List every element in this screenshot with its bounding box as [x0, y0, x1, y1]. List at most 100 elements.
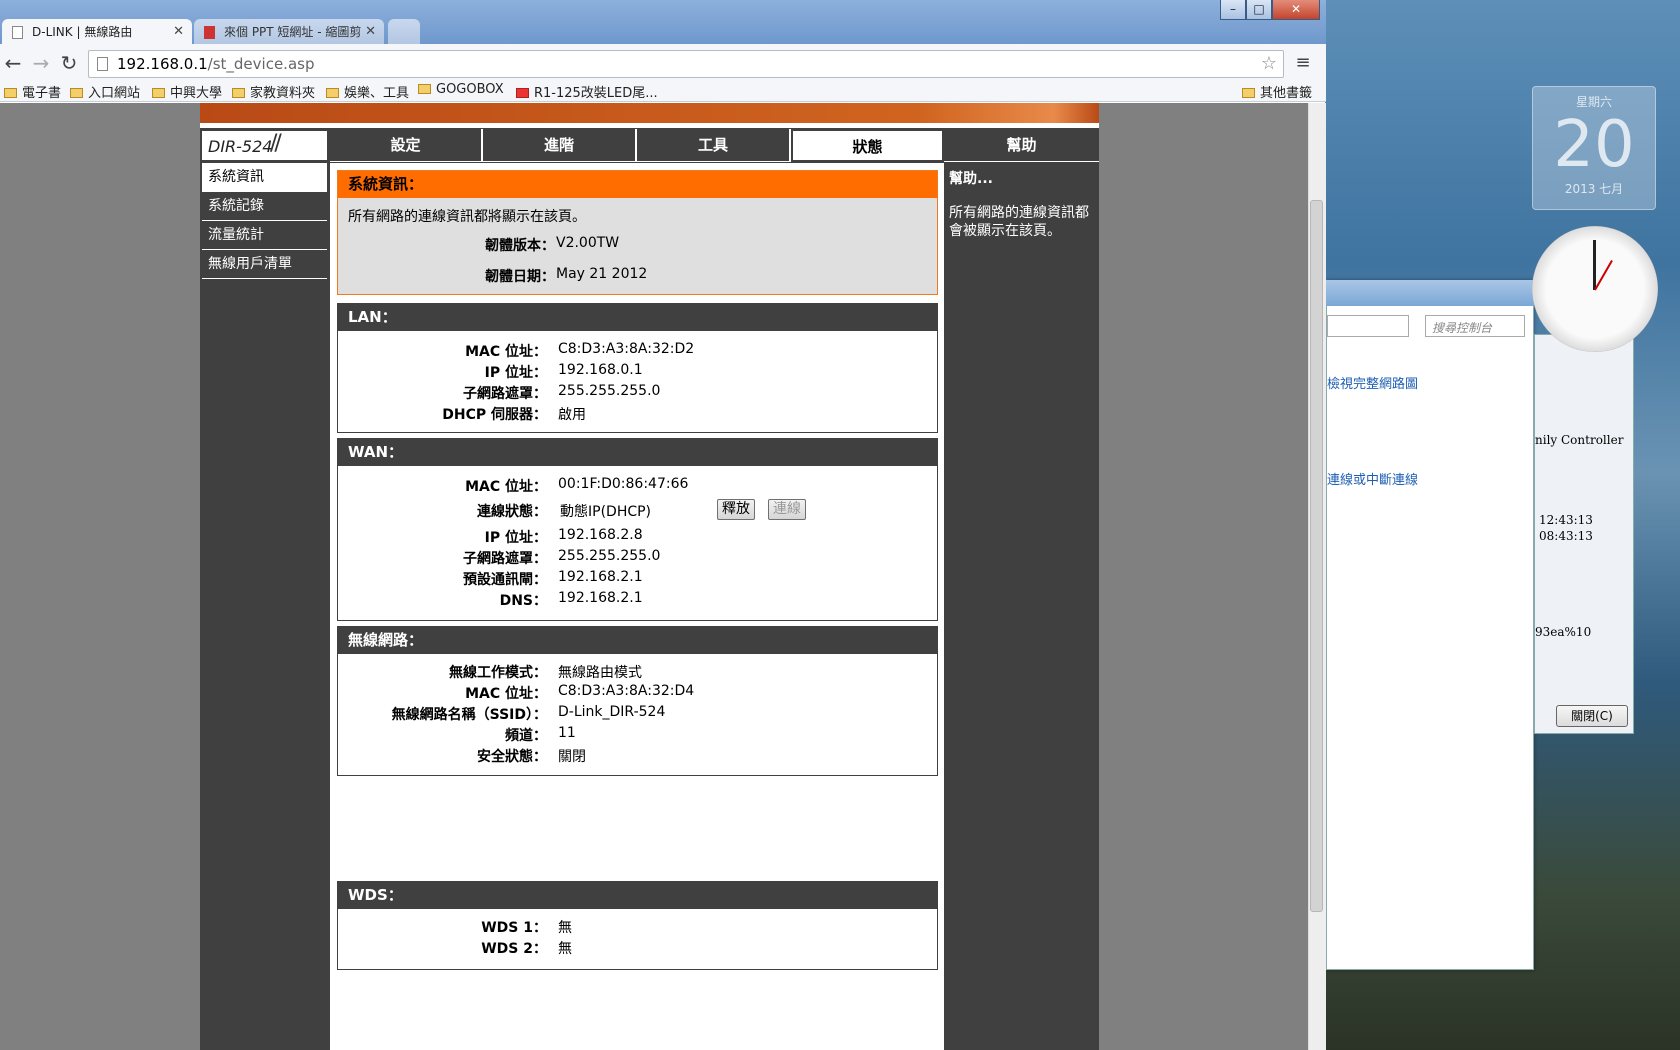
tab-dlink[interactable]: D-LINK | 無線路由 ✕ [2, 19, 192, 45]
wds1-label: WDS 1： [481, 920, 547, 936]
bookmark-item[interactable]: R1-125改裝LED尾... [516, 82, 658, 101]
wl-channel-label: 頻道： [505, 728, 547, 744]
close-tab-icon[interactable]: ✕ [365, 19, 376, 45]
wl-ssid-label: 無線網路名稱（SSID）： [391, 707, 547, 723]
bg-dropdown[interactable] [1327, 315, 1409, 337]
new-tab-button[interactable] [388, 19, 420, 45]
bookmark-item-other[interactable]: 其他書籤 [1242, 82, 1312, 101]
bg-search-input[interactable]: 搜尋控制台 [1425, 315, 1525, 337]
wan-mac-label: MAC 位址： [465, 479, 547, 495]
wan-subnet-label: 子網路遮罩： [463, 551, 547, 567]
model-logo: DIR-524// [200, 129, 329, 162]
wan-ip-label: IP 位址： [484, 530, 547, 546]
folder-icon [4, 88, 17, 98]
wan-ip: 192.168.2.8 [558, 527, 643, 543]
background-window[interactable]: 搜尋控制台 檢視完整網路圖 連線或中斷連線 [1326, 280, 1534, 970]
wan-mac: 00:1F:D0:86:47:66 [558, 476, 689, 492]
header-divider [200, 123, 1099, 128]
lan-subnet: 255.255.255.0 [558, 383, 661, 399]
wan-gateway-label: 預設通訊閘： [463, 572, 547, 588]
firmware-version: V2.00TW [556, 235, 620, 251]
bg-text: 93ea%10 [1535, 625, 1592, 639]
logo-slashes: // [270, 131, 282, 156]
reload-icon[interactable]: ↻ [56, 50, 82, 76]
calendar-day: 20 [1553, 108, 1635, 182]
bg-text: nily Controller [1535, 433, 1624, 447]
forward-arrow-icon[interactable]: → [28, 50, 54, 76]
lan-subnet-label: 子網路遮罩： [463, 386, 547, 402]
wan-dns: 192.168.2.1 [558, 590, 643, 606]
section-title: WAN： [338, 439, 937, 466]
bookmark-item[interactable]: 家教資料夾 [232, 82, 315, 101]
clock-hand [1593, 240, 1596, 290]
section-title: 系統資訊： [338, 171, 937, 198]
address-bar[interactable]: 192.168.0.1/st_device.asp ☆ [88, 50, 1284, 78]
close-window-button[interactable]: ✕ [1272, 0, 1320, 20]
scrollbar-thumb[interactable] [1310, 200, 1323, 912]
lan-dhcp: 啟用 [558, 407, 586, 423]
bg-text: 12:43:13 [1539, 513, 1593, 527]
firmware-version-label: 韌體版本： [485, 238, 555, 254]
tab-ppt[interactable]: 來個 PPT 短網址 - 縮圖剪 ✕ [194, 19, 384, 45]
sidebar-item-wireless-clients[interactable]: 無線用戶清單 [202, 250, 327, 279]
bookmark-item[interactable]: 電子書 [4, 82, 61, 101]
wl-channel: 11 [558, 725, 576, 741]
nav-advanced[interactable]: 進階 [483, 129, 637, 162]
address-path: /st_device.asp [207, 55, 315, 73]
back-arrow-icon[interactable]: ← [0, 50, 26, 76]
clock-second-hand [1594, 260, 1613, 291]
site-icon [516, 88, 529, 98]
bookmark-item[interactable]: GOGOBOX [418, 82, 504, 97]
bookmark-star-icon[interactable]: ☆ [1261, 51, 1277, 77]
lan-ip: 192.168.0.1 [558, 362, 643, 378]
sidebar-item-log[interactable]: 系統記錄 [202, 192, 327, 221]
wds2-label: WDS 2： [481, 941, 547, 957]
page-viewport: DIR-524// 設定 進階 工具 狀態 幫助 系統資訊 系統記錄 流量統計 … [0, 103, 1308, 1050]
wan-status: 動態IP(DHCP) [560, 504, 652, 520]
nav-help[interactable]: 幫助 [944, 129, 1099, 162]
nav-status[interactable]: 狀態 [791, 129, 944, 162]
wl-ssid: D-Link_DIR-524 [558, 704, 666, 720]
close-tab-icon[interactable]: ✕ [173, 19, 184, 45]
sidebar-item-system-info[interactable]: 系統資訊 [202, 163, 327, 192]
lan-box: LAN： MAC 位址： C8:D3:A3:8A:32:D2 IP 位址： 192.… [337, 303, 938, 433]
calendar-gadget: 星期六 20 2013 七月 [1532, 86, 1656, 210]
main-content: 系統資訊： 所有網路的連線資訊都將顯示在該頁。 韌體版本： V2.00TW 韌體… [330, 163, 944, 1050]
wan-gateway: 192.168.2.1 [558, 569, 643, 585]
bookmark-item[interactable]: 娛樂、工具 [326, 82, 409, 101]
wds-box: WDS： WDS 1： 無 WDS 2： 無 [337, 881, 938, 970]
bg-close-button[interactable]: 關閉(C) [1556, 705, 1628, 727]
menu-icon[interactable]: ≡ [1290, 50, 1316, 76]
system-info-box: 系統資訊： 所有網路的連線資訊都將顯示在該頁。 韌體版本： V2.00TW 韌體… [337, 170, 938, 295]
bookmark-item[interactable]: 入口網站 [70, 82, 140, 101]
wan-box: WAN： MAC 位址： 00:1F:D0:86:47:66 連線狀態： 動態IP(… [337, 438, 938, 621]
wds2: 無 [558, 941, 572, 957]
site-icon [204, 26, 215, 39]
wan-subnet: 255.255.255.0 [558, 548, 661, 564]
address-host: 192.168.0.1 [117, 55, 208, 73]
bookmark-item[interactable]: 中興大學 [152, 82, 222, 101]
help-title: 幫助... [949, 171, 993, 187]
bg-link-connect[interactable]: 連線或中斷連線 [1327, 469, 1418, 488]
background-dialog: nily Controller 12:43:13 08:43:13 93ea%1… [1534, 334, 1634, 734]
folder-icon [152, 88, 165, 98]
calendar-month: 2013 七月 [1564, 182, 1624, 196]
page-icon [97, 57, 108, 71]
section-title: LAN： [338, 304, 937, 331]
folder-icon [232, 88, 245, 98]
lan-mac-label: MAC 位址： [465, 344, 547, 360]
nav-tools[interactable]: 工具 [637, 129, 791, 162]
minimize-button[interactable]: – [1220, 0, 1246, 20]
background-window-titlebar [1326, 280, 1534, 306]
maximize-button[interactable]: □ [1246, 0, 1272, 20]
release-button[interactable]: 釋放 [717, 499, 755, 520]
bg-link-network-map[interactable]: 檢視完整網路圖 [1327, 373, 1418, 392]
page-icon [12, 26, 23, 39]
sidebar: 系統資訊 系統記錄 流量統計 無線用戶清單 [200, 163, 329, 279]
sidebar-item-statistics[interactable]: 流量統計 [202, 221, 327, 250]
help-panel: 幫助... 所有網路的連線資訊都會被顯示在該頁。 [944, 163, 1099, 1050]
nav-setup[interactable]: 設定 [330, 129, 483, 162]
folder-icon [70, 88, 83, 98]
connect-button[interactable]: 連線 [768, 499, 806, 520]
lan-ip-label: IP 位址： [484, 365, 547, 381]
